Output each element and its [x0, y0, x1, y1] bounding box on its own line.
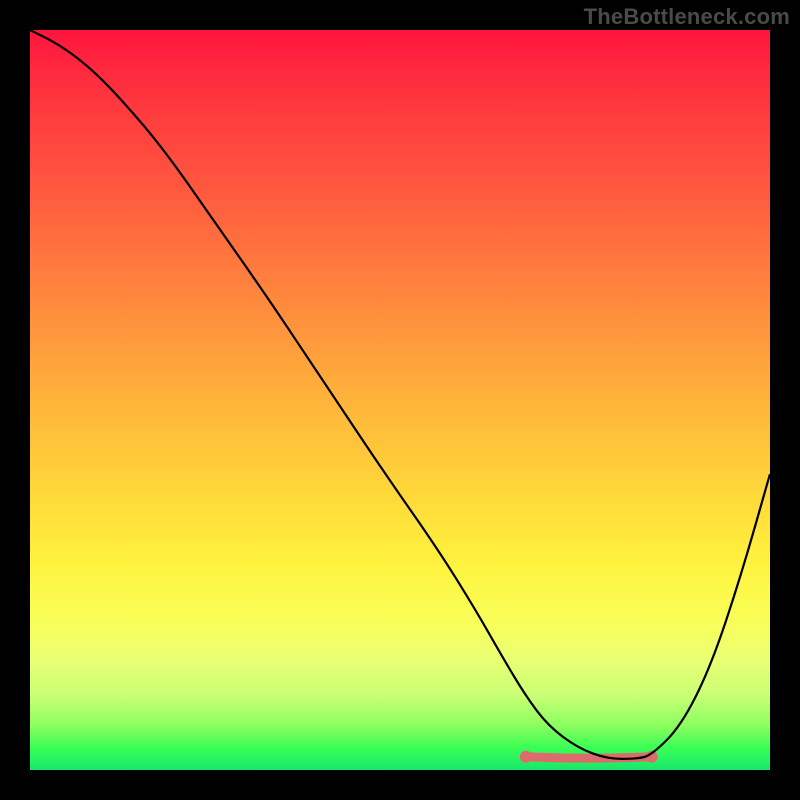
chart-frame: TheBottleneck.com	[0, 0, 800, 800]
plot-area	[30, 30, 770, 770]
chart-svg	[30, 30, 770, 770]
watermark-text: TheBottleneck.com	[584, 4, 790, 30]
optimal-region-start-dot	[520, 751, 532, 763]
bottleneck-curve	[30, 30, 770, 759]
